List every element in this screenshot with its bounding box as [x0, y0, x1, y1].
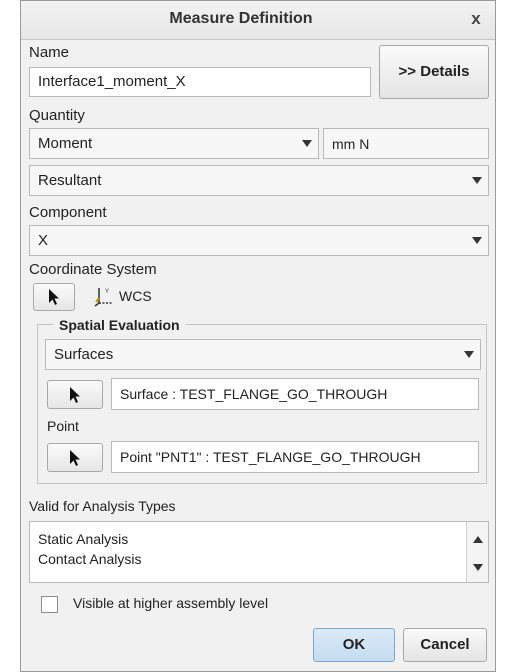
ok-button[interactable]: OK: [313, 628, 395, 662]
scroll-up-icon[interactable]: [468, 527, 487, 551]
spatial-evaluation-title: Spatial Evaluation: [53, 317, 186, 333]
visible-higher-assembly-checkbox[interactable]: [41, 596, 58, 613]
coordinate-system-label: Coordinate System: [29, 261, 157, 278]
resultant-select[interactable]: Resultant: [29, 165, 489, 196]
chevron-down-icon[interactable]: [466, 166, 488, 195]
coordinate-system-icon: Y: [94, 288, 113, 307]
cursor-arrow-icon: [70, 449, 80, 466]
point-reference-field[interactable]: Point "PNT1" : TEST_FLANGE_GO_THROUGH: [111, 441, 479, 473]
visible-higher-assembly-label: Visible at higher assembly level: [73, 595, 269, 611]
title-bar[interactable]: Measure Definition x: [21, 1, 495, 40]
surface-reference-field[interactable]: Surface : TEST_FLANGE_GO_THROUGH: [111, 378, 479, 410]
units-value: mm N: [332, 136, 370, 152]
component-selected: X: [38, 232, 49, 249]
quantity-selected: Moment: [38, 135, 93, 152]
units-field: mm N: [323, 128, 489, 159]
spatial-evaluation-selected: Surfaces: [54, 346, 114, 363]
coordinate-system-value: WCS: [119, 288, 152, 304]
resultant-selected: Resultant: [38, 172, 102, 189]
dialog-title: Measure Definition: [169, 10, 313, 27]
point-select-button[interactable]: [47, 443, 103, 472]
list-item[interactable]: Contact Analysis: [38, 551, 142, 567]
quantity-label: Quantity: [29, 107, 85, 124]
coordinate-system-select-button[interactable]: [33, 283, 75, 311]
analysis-types-label: Valid for Analysis Types: [29, 498, 176, 514]
quantity-select[interactable]: Moment: [29, 128, 319, 159]
svg-text:Y: Y: [105, 289, 109, 295]
cursor-arrow-icon: [49, 289, 59, 305]
name-label: Name: [29, 44, 70, 61]
component-select[interactable]: X: [29, 225, 489, 256]
list-item[interactable]: Static Analysis: [38, 531, 128, 547]
details-button[interactable]: >> Details: [379, 45, 489, 99]
close-icon[interactable]: x: [465, 8, 487, 30]
measure-definition-dialog: Measure Definition x Name Interface1_mom…: [20, 0, 496, 672]
analysis-types-list[interactable]: Static Analysis Contact Analysis: [29, 521, 489, 583]
surface-select-button[interactable]: [47, 380, 103, 409]
name-input[interactable]: Interface1_moment_X: [29, 67, 371, 97]
chevron-down-icon[interactable]: [466, 226, 488, 255]
chevron-down-icon[interactable]: [296, 129, 318, 158]
cancel-button[interactable]: Cancel: [403, 628, 487, 662]
component-label: Component: [29, 204, 107, 221]
spatial-evaluation-select[interactable]: Surfaces: [45, 339, 481, 370]
cursor-arrow-icon: [70, 386, 80, 403]
point-label: Point: [47, 418, 79, 434]
scroll-down-icon[interactable]: [468, 555, 487, 579]
scrollbar[interactable]: [466, 522, 488, 582]
chevron-down-icon[interactable]: [458, 340, 480, 369]
